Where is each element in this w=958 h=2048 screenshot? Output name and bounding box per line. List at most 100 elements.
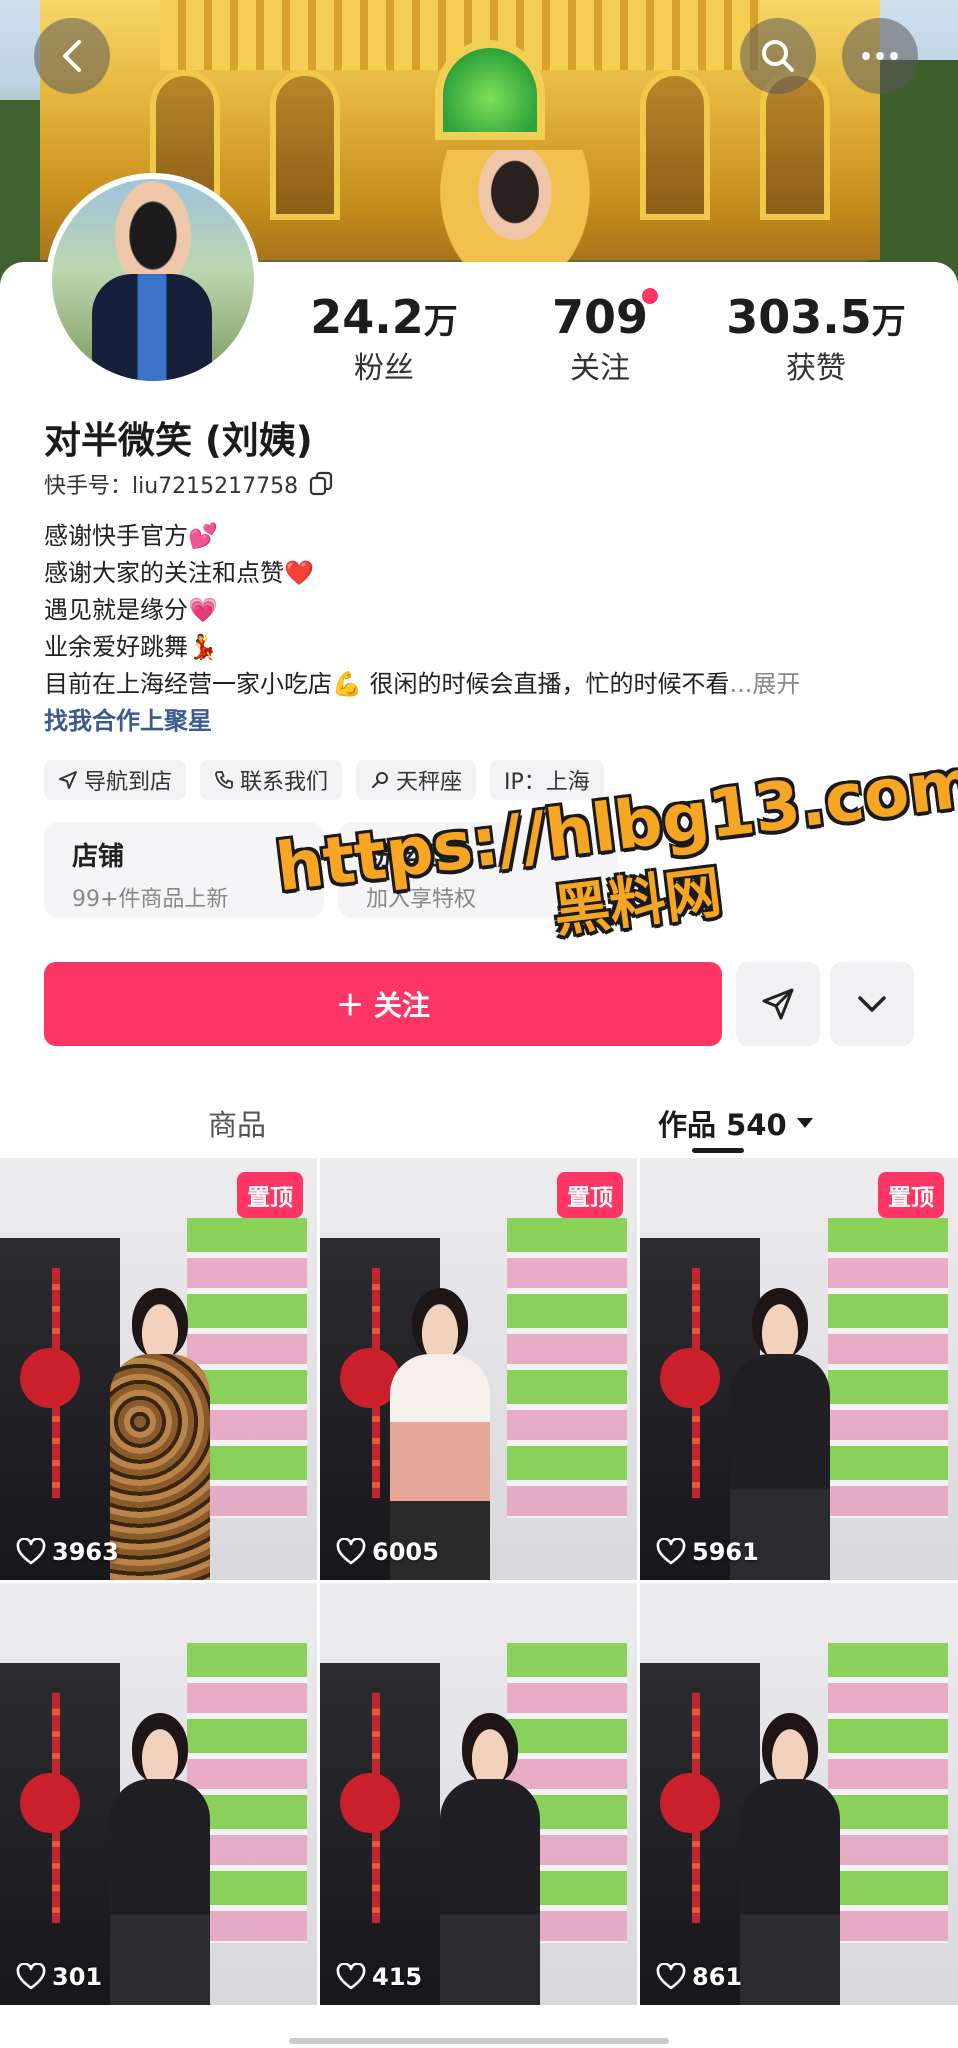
video-thumbnail[interactable]: 301 <box>0 1583 317 2005</box>
navigation-icon <box>59 771 77 789</box>
video-thumbnail[interactable]: 置顶 3963 <box>0 1158 317 1580</box>
more-dots-icon <box>862 52 898 60</box>
store-card-subtitle: 99+件商品上新 <box>72 887 229 912</box>
copy-icon[interactable] <box>308 471 334 497</box>
stat-likes-unit: 万 <box>871 302 906 342</box>
notification-dot <box>642 288 658 304</box>
stat-fans[interactable]: 24.2万 粉丝 <box>284 290 484 389</box>
video-likes-count: 5961 <box>692 1538 759 1566</box>
pinned-badge: 置顶 <box>237 1172 303 1218</box>
thumbnail-person <box>100 1713 220 2005</box>
thumbnail-person-head <box>762 1713 818 1783</box>
bio-line: 遇见就是缘分💗 <box>44 596 218 624</box>
user-id-text: 快手号：liu7215217758 <box>44 468 298 500</box>
heart-icon <box>656 1963 686 1990</box>
message-button[interactable] <box>736 962 820 1046</box>
temple-arch <box>270 70 340 220</box>
thumbnail-shelf <box>828 1218 948 1518</box>
avatar[interactable] <box>46 173 260 387</box>
video-likes: 301 <box>16 1963 102 1991</box>
stat-following[interactable]: 709 关注 <box>500 290 700 389</box>
stat-following-value: 709 <box>552 290 648 349</box>
video-thumbnail[interactable]: 415 <box>320 1583 637 2005</box>
search-button[interactable] <box>740 18 816 94</box>
tag-zodiac[interactable]: 天秤座 <box>356 760 477 800</box>
profile-bio: 感谢快手官方💕 感谢大家的关注和点赞❤️ 遇见就是缘分💗 业余爱好跳舞💃 目前在… <box>44 518 924 740</box>
store-card-title: 店铺 <box>72 842 125 872</box>
send-message-icon <box>762 988 794 1020</box>
phone-icon <box>215 771 233 789</box>
tag-contact-us[interactable]: 联系我们 <box>200 760 343 800</box>
cooperation-link[interactable]: 找我合作上聚星 <box>44 703 924 740</box>
bio-line: 目前在上海经营一家小吃店💪 很闲的时候会直播，忙的时候不看 <box>44 670 730 698</box>
video-grid: 置顶 3963 置顶 6005 置顶 5961 301 415 861 <box>0 1158 958 2005</box>
back-button[interactable] <box>34 18 110 94</box>
stat-likes[interactable]: 303.5万 获赞 <box>716 290 916 389</box>
bio-line-last: 目前在上海经营一家小吃店💪 很闲的时候会直播，忙的时候不看...展开 <box>44 666 924 703</box>
thumbnail-fu-decoration <box>660 1348 720 1408</box>
heart-icon <box>336 1538 366 1565</box>
video-likes: 861 <box>656 1963 742 1991</box>
thumbnail-person <box>730 1713 850 2005</box>
bio-line: 业余爱好跳舞💃 <box>44 633 218 661</box>
video-thumbnail[interactable]: 861 <box>640 1583 958 2005</box>
banner-trees-right <box>868 60 958 290</box>
tag-label: 联系我们 <box>240 770 329 795</box>
bio-line: 感谢大家的关注和点赞❤️ <box>44 559 314 587</box>
tag-navigate-to-store[interactable]: 导航到店 <box>44 760 187 800</box>
video-likes: 3963 <box>16 1538 119 1566</box>
stat-fans-number: 24.2 <box>310 290 424 344</box>
bio-line: 感谢快手官方💕 <box>44 522 218 550</box>
stat-fans-unit: 万 <box>423 302 458 342</box>
content-tabs: 商品 作品 540 <box>0 1080 958 1160</box>
thumbnail-person-body <box>440 1779 540 2005</box>
stat-following-number: 709 <box>551 290 649 344</box>
video-likes: 415 <box>336 1963 422 1991</box>
expand-recommendations-button[interactable] <box>830 962 914 1046</box>
thumbnail-fu-decoration <box>20 1773 80 1833</box>
thumbnail-person <box>380 1288 500 1580</box>
video-thumbnail[interactable]: 置顶 5961 <box>640 1158 958 1580</box>
tab-works-label: 作品 540 <box>658 1108 787 1142</box>
temple-door <box>435 40 545 140</box>
thumbnail-person-body <box>110 1779 210 2005</box>
stat-likes-label: 获赞 <box>786 351 846 386</box>
back-arrow-icon <box>63 40 81 72</box>
video-thumbnail[interactable]: 置顶 6005 <box>320 1158 637 1580</box>
follow-button[interactable]: ＋ 关注 <box>44 962 722 1046</box>
video-likes: 6005 <box>336 1538 439 1566</box>
active-tab-indicator <box>692 1148 744 1153</box>
thumbnail-shelf <box>507 1218 627 1518</box>
stat-likes-value: 303.5万 <box>726 290 906 349</box>
avatar-figure <box>92 274 212 381</box>
more-button[interactable] <box>842 18 918 94</box>
user-id-label: 快手号： <box>44 474 133 499</box>
thumbnail-door <box>320 1663 440 2005</box>
thumbnail-person-head <box>752 1288 808 1358</box>
search-icon <box>762 40 794 72</box>
pinned-badge: 置顶 <box>557 1172 623 1218</box>
thumbnail-fu-decoration <box>20 1348 80 1408</box>
heart-icon <box>16 1538 46 1565</box>
thumbnail-person-head <box>412 1288 468 1358</box>
heart-icon <box>656 1538 686 1565</box>
profile-name: 对半微笑 (刘姨) <box>44 419 313 462</box>
stat-fans-label: 粉丝 <box>354 351 414 386</box>
thumbnail-person <box>720 1288 840 1580</box>
tab-works[interactable]: 作品 540 <box>658 1102 815 1144</box>
expand-bio-link[interactable]: ...展开 <box>730 670 801 698</box>
home-indicator <box>289 2038 669 2044</box>
profile-page: 24.2万 粉丝 709 关注 303.5万 获赞 对半微笑 (刘姨) 快手号：… <box>0 0 958 2048</box>
info-tags: 导航到店 联系我们 天秤座 IP：上海 <box>44 760 604 800</box>
video-likes-count: 861 <box>692 1963 743 1991</box>
caret-down-icon <box>796 1118 813 1128</box>
thumbnail-person-head <box>132 1288 188 1358</box>
tab-products[interactable]: 商品 <box>208 1102 266 1144</box>
tag-label: 天秤座 <box>396 770 463 795</box>
temple-arch <box>640 70 710 220</box>
pinned-badge: 置顶 <box>878 1172 944 1218</box>
video-likes: 5961 <box>656 1538 759 1566</box>
stat-fans-value: 24.2万 <box>310 290 458 349</box>
tag-label: 导航到店 <box>84 770 173 795</box>
video-likes-count: 3963 <box>52 1538 119 1566</box>
